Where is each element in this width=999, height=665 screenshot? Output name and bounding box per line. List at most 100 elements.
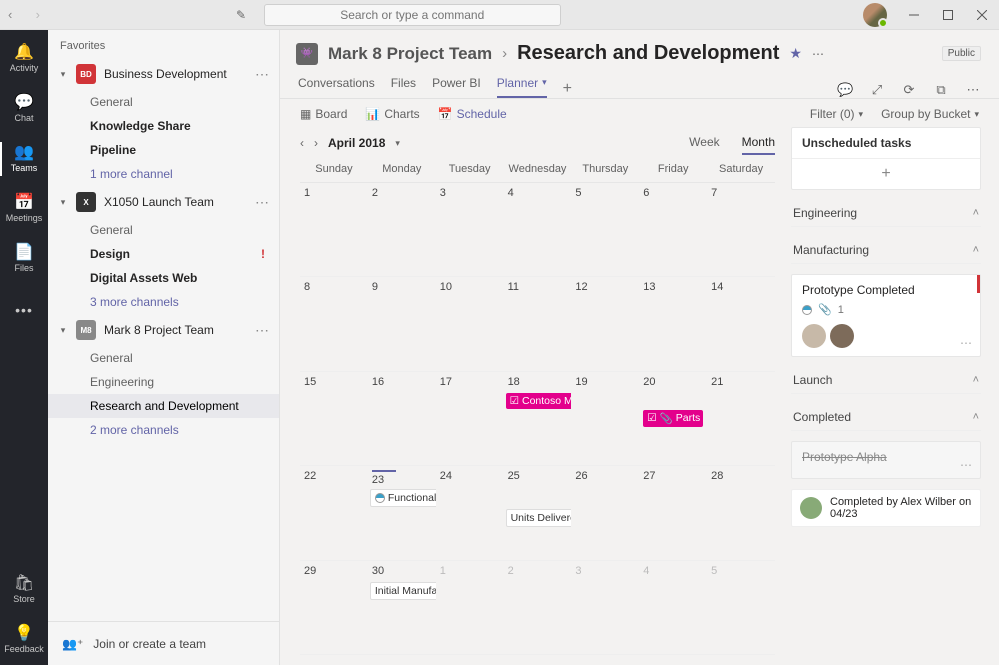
calendar-cell[interactable]: 29	[300, 561, 368, 655]
tab-planner[interactable]: Planner▾	[497, 69, 547, 98]
search-input[interactable]	[264, 4, 561, 26]
calendar-cell[interactable]: 17	[436, 372, 504, 466]
star-icon[interactable]: ★	[789, 45, 802, 62]
calendar-cell[interactable]: 23Functional Spec Written	[368, 466, 436, 560]
channel-item[interactable]: General	[48, 346, 279, 370]
channel-more-link[interactable]: 3 more channels	[48, 290, 279, 314]
event-spec[interactable]: Functional Spec Written	[370, 489, 436, 507]
refresh-icon[interactable]: ⟳	[901, 82, 917, 98]
rail-more[interactable]: •••	[0, 284, 48, 334]
task-card-completed[interactable]: Prototype Alpha ⋯	[791, 441, 981, 479]
calendar-cell[interactable]: 1	[436, 561, 504, 655]
rail-teams[interactable]: 👥Teams	[0, 134, 48, 184]
calendar-cell[interactable]: 9	[368, 277, 436, 371]
calendar-cell[interactable]: 15	[300, 372, 368, 466]
task-card[interactable]: Prototype Completed 📎 1 ⋯	[791, 274, 981, 357]
nav-fwd-icon[interactable]: ›	[36, 7, 40, 22]
calendar-cell[interactable]: 5	[571, 183, 639, 277]
ellipsis-icon[interactable]: ⋯	[255, 194, 269, 211]
rail-activity[interactable]: 🔔Activity	[0, 34, 48, 84]
calendar-cell[interactable]: 18☑ Contoso Mark 8 Launch	[504, 372, 572, 466]
calendar-cell[interactable]: 11	[504, 277, 572, 371]
rail-files[interactable]: 📄Files	[0, 234, 48, 284]
reply-icon[interactable]: 💬	[837, 82, 853, 98]
add-tab-icon[interactable]: +	[563, 80, 572, 98]
breadcrumb-team[interactable]: Mark 8 Project Team	[328, 44, 492, 64]
tab-files[interactable]: Files	[391, 69, 416, 98]
expand-icon[interactable]: ⤢	[869, 82, 885, 98]
calendar-cell[interactable]: 28	[707, 466, 775, 560]
event-launch[interactable]: ☑ Contoso Mark 8 Launch	[506, 393, 572, 409]
ellipsis-icon[interactable]: ⋯	[812, 47, 824, 61]
ellipsis-icon[interactable]: ⋯	[965, 82, 981, 98]
filter-button[interactable]: Filter (0)▾	[810, 107, 863, 121]
team-row[interactable]: ▾ BD Business Development ⋯	[48, 58, 279, 90]
calendar-cell[interactable]: 16	[368, 372, 436, 466]
event-initial[interactable]: Initial Manufacturing Complete	[370, 582, 436, 600]
channel-item[interactable]: Engineering	[48, 370, 279, 394]
calendar-cell[interactable]: 21	[707, 372, 775, 466]
window-maximize-icon[interactable]	[931, 0, 965, 30]
calendar-cell[interactable]: 19	[571, 372, 639, 466]
bucket-engineering[interactable]: Engineering˄	[791, 200, 981, 227]
view-month[interactable]: Month	[742, 131, 775, 155]
compose-icon[interactable]: ✎	[236, 8, 246, 22]
team-row[interactable]: ▾ M8 Mark 8 Project Team ⋯	[48, 314, 279, 346]
channel-item[interactable]: General	[48, 218, 279, 242]
channel-item-selected[interactable]: Research and Development	[48, 394, 279, 418]
calendar-cell[interactable]: 2	[504, 561, 572, 655]
tab-conversations[interactable]: Conversations	[298, 69, 375, 98]
calendar-cell[interactable]: 8	[300, 277, 368, 371]
calendar-cell[interactable]: 2	[368, 183, 436, 277]
channel-more-link[interactable]: 2 more channels	[48, 418, 279, 442]
channel-item[interactable]: General	[48, 90, 279, 114]
join-create-team[interactable]: 👥⁺ Join or create a team	[48, 621, 279, 665]
calendar-cell[interactable]: 13	[639, 277, 707, 371]
calendar-cell[interactable]: 5	[707, 561, 775, 655]
event-parts[interactable]: ☑ 📎 Parts S…	[643, 410, 703, 427]
tab-powerbi[interactable]: Power BI	[432, 69, 481, 98]
channel-item[interactable]: Knowledge Share	[48, 114, 279, 138]
calendar-cell[interactable]: 25Units Delivered to Retailers	[504, 466, 572, 560]
calendar-cell[interactable]: 12	[571, 277, 639, 371]
channel-item[interactable]: Design!	[48, 242, 279, 266]
calendar-cell[interactable]: 10	[436, 277, 504, 371]
calendar-cell[interactable]: 6	[639, 183, 707, 277]
ellipsis-icon[interactable]: ⋯	[255, 322, 269, 339]
popout-icon[interactable]: ⧉	[933, 82, 949, 98]
calendar-cell[interactable]: 3	[571, 561, 639, 655]
rail-store[interactable]: 🛍Store	[0, 565, 48, 615]
view-week[interactable]: Week	[689, 131, 719, 155]
window-close-icon[interactable]	[965, 0, 999, 30]
calendar-cell[interactable]: 20☑ 📎 Parts S…	[639, 372, 707, 466]
calendar-cell[interactable]: 3	[436, 183, 504, 277]
rail-meetings[interactable]: 📅Meetings	[0, 184, 48, 234]
bucket-launch[interactable]: Launch˄	[791, 367, 981, 394]
window-minimize-icon[interactable]	[897, 0, 931, 30]
event-units[interactable]: Units Delivered to Retailers	[506, 509, 572, 527]
add-task-icon[interactable]: +	[792, 158, 980, 189]
calendar-cell[interactable]: 14	[707, 277, 775, 371]
groupby-button[interactable]: Group by Bucket▾	[881, 107, 979, 121]
chevron-down-icon[interactable]: ▾	[395, 138, 400, 149]
channel-more-link[interactable]: 1 more channel	[48, 162, 279, 186]
ellipsis-icon[interactable]: ⋯	[960, 336, 972, 350]
bucket-completed[interactable]: Completed˄	[791, 404, 981, 431]
me-avatar[interactable]	[863, 3, 887, 27]
calendar-cell[interactable]: 7	[707, 183, 775, 277]
rail-chat[interactable]: 💬Chat	[0, 84, 48, 134]
rail-feedback[interactable]: 💡Feedback	[0, 615, 48, 665]
calendar-cell[interactable]: 22	[300, 466, 368, 560]
calendar-cell[interactable]: 1	[300, 183, 368, 277]
view-schedule[interactable]: 📅Schedule	[438, 107, 507, 121]
calendar-cell[interactable]: 27	[639, 466, 707, 560]
bucket-manufacturing[interactable]: Manufacturing˄	[791, 237, 981, 264]
view-charts[interactable]: 📊Charts	[365, 107, 419, 121]
nav-back-icon[interactable]: ‹	[8, 7, 12, 22]
channel-item[interactable]: Digital Assets Web	[48, 266, 279, 290]
ellipsis-icon[interactable]: ⋯	[960, 458, 972, 472]
prev-month-icon[interactable]: ‹	[300, 136, 304, 150]
channel-item[interactable]: Pipeline	[48, 138, 279, 162]
calendar-cell[interactable]: 4	[504, 183, 572, 277]
view-board[interactable]: ▦Board	[300, 107, 347, 121]
